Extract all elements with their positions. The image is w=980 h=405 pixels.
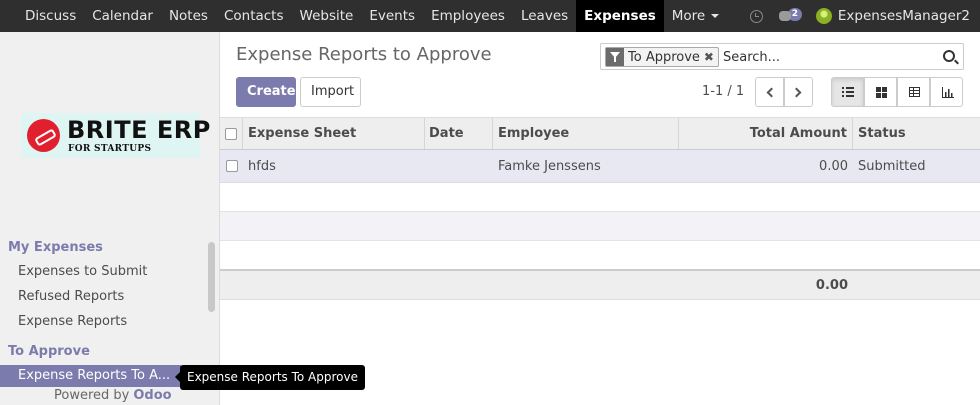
nav-leaves[interactable]: Leaves — [513, 0, 576, 32]
create-button[interactable]: Create — [236, 77, 296, 107]
table-icon — [909, 87, 920, 97]
cell-employee: Famke Jenssens — [498, 158, 601, 174]
nav-expenses[interactable]: Expenses — [576, 0, 664, 32]
column-header-employee[interactable]: Employee — [493, 118, 679, 149]
messages-button[interactable]: 2 — [778, 7, 802, 21]
facet-label: To Approve — [628, 49, 700, 65]
sidebar-item-expenses-to-submit[interactable]: Expenses to Submit — [18, 264, 147, 279]
search-facet: To Approve ✖ — [605, 47, 719, 67]
facet-remove-icon[interactable]: ✖ — [704, 50, 718, 64]
sidebar-scrollbar[interactable] — [208, 242, 215, 312]
logo-mark-icon — [27, 119, 60, 152]
odoo-link[interactable]: Odoo — [133, 388, 171, 403]
company-logo: BRITE ERP FOR STARTUPS — [21, 113, 210, 158]
user-menu[interactable]: ExpensesManager2 — [838, 8, 970, 24]
cell-total-amount: 0.00 — [819, 158, 848, 174]
row-select-cell — [220, 150, 243, 182]
bar-chart-icon — [942, 87, 954, 98]
powered-by: Powered by Odoo — [54, 388, 172, 403]
nav-contacts[interactable]: Contacts — [216, 0, 292, 32]
sidebar-item-expense-reports-to-approve[interactable]: Expense Reports To A... — [0, 365, 181, 387]
import-button[interactable]: Import — [300, 77, 361, 107]
list-icon — [842, 87, 854, 97]
caret-down-icon — [711, 14, 720, 18]
search-icon[interactable] — [943, 50, 955, 62]
avatar[interactable] — [815, 8, 832, 24]
empty-row — [220, 241, 980, 270]
column-header-status[interactable]: Status — [853, 118, 980, 149]
select-all-cell — [220, 118, 243, 149]
nav-events[interactable]: Events — [361, 0, 423, 32]
nav-discuss[interactable]: Discuss — [0, 0, 84, 32]
nav-calendar[interactable]: Calendar — [84, 0, 161, 32]
pager-previous-button[interactable] — [755, 77, 784, 107]
table-row[interactable]: hfds Famke Jenssens 0.00 Submitted — [220, 150, 980, 183]
column-header-total-amount[interactable]: Total Amount — [679, 118, 853, 149]
filter-icon — [606, 48, 624, 66]
pager-next-button[interactable] — [784, 77, 813, 107]
kanban-view-button[interactable] — [864, 77, 897, 107]
sidebar-tooltip: Expense Reports To Approve — [175, 365, 365, 390]
graph-view-button[interactable] — [930, 77, 963, 107]
nav-website[interactable]: Website — [292, 0, 362, 32]
nav-more-label: More — [671, 8, 706, 24]
cell-expense-sheet: hfds — [248, 158, 276, 174]
column-header-expense-sheet[interactable]: Expense Sheet — [243, 118, 425, 149]
empty-row — [220, 183, 980, 212]
section-to-approve: To Approve — [8, 344, 90, 359]
cell-date — [425, 150, 493, 182]
search-input[interactable] — [723, 47, 933, 67]
systray: 2 ExpensesManager2 — [749, 0, 980, 32]
section-my-expenses: My Expenses — [8, 240, 103, 255]
grid-view-button[interactable] — [897, 77, 930, 107]
chevron-left-icon — [766, 87, 777, 98]
sidebar: BRITE ERP FOR STARTUPS My Expenses Expen… — [0, 32, 220, 405]
chevron-right-icon — [791, 87, 802, 98]
table-footer: 0.00 — [220, 270, 980, 300]
footer-total-amount: 0.00 — [815, 277, 848, 293]
cell-status: Submitted — [858, 158, 926, 174]
nav-employees[interactable]: Employees — [423, 0, 513, 32]
search-bar: To Approve ✖ — [600, 43, 964, 70]
row-checkbox[interactable] — [225, 160, 238, 172]
pager-value[interactable]: 1-1 / 1 — [702, 84, 744, 99]
nav-notes[interactable]: Notes — [161, 0, 216, 32]
empty-row — [220, 212, 980, 241]
chat-icon — [778, 11, 791, 21]
column-header-date[interactable]: Date — [425, 118, 493, 149]
nav-more-dropdown[interactable]: More — [664, 0, 727, 32]
list-view-button[interactable] — [831, 77, 864, 107]
select-all-checkbox[interactable] — [225, 127, 237, 140]
logo-title: BRITE ERP — [67, 116, 211, 144]
powered-by-label: Powered by — [54, 388, 130, 403]
kanban-icon — [876, 87, 887, 98]
table-header: Expense Sheet Date Employee Total Amount… — [220, 117, 980, 150]
clock-icon[interactable] — [749, 9, 763, 23]
sidebar-item-expense-reports[interactable]: Expense Reports — [18, 314, 127, 329]
logo-subtitle: FOR STARTUPS — [68, 144, 152, 154]
sidebar-item-refused-reports[interactable]: Refused Reports — [18, 289, 124, 304]
top-navbar: Discuss Calendar Notes Contacts Website … — [0, 0, 980, 32]
page-title: Expense Reports to Approve — [236, 44, 492, 65]
